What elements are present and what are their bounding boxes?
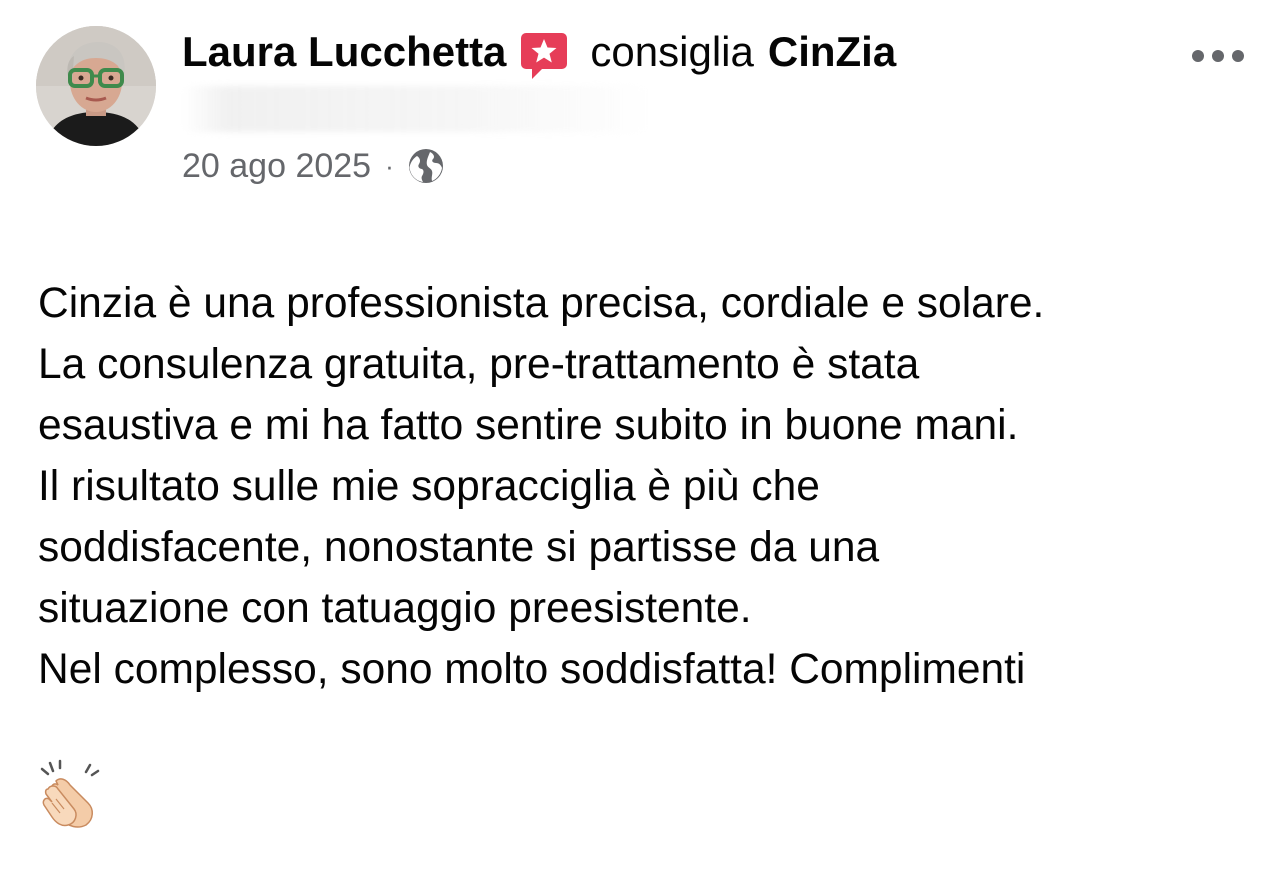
more-dot xyxy=(1192,50,1204,62)
meta-separator: · xyxy=(385,150,394,181)
post-header: Laura Lucchetta consiglia CinZia xyxy=(182,24,896,80)
post-meta: 20 ago 2025 · xyxy=(182,144,446,188)
more-dot xyxy=(1212,50,1224,62)
avatar[interactable] xyxy=(36,26,156,146)
recommendation-post: Laura Lucchetta consiglia CinZia 20 ago … xyxy=(0,0,1284,828)
clapping-hands-icon xyxy=(40,759,100,828)
avatar-image xyxy=(36,26,156,146)
page-name-link[interactable]: CinZia xyxy=(768,24,896,80)
redacted-subtitle xyxy=(182,86,652,132)
more-options-icon[interactable] xyxy=(1192,40,1244,72)
recommendation-verb: consiglia xyxy=(590,28,754,75)
more-dot xyxy=(1232,50,1244,62)
post-date[interactable]: 20 ago 2025 xyxy=(182,147,371,186)
post-body: Cinzia è una professionista precisa, cor… xyxy=(38,212,1268,890)
author-name[interactable]: Laura Lucchetta xyxy=(182,24,506,80)
post-text: Cinzia è una professionista precisa, cor… xyxy=(38,280,1045,693)
globe-icon[interactable] xyxy=(406,146,446,186)
recommendation-star-icon xyxy=(520,31,568,81)
